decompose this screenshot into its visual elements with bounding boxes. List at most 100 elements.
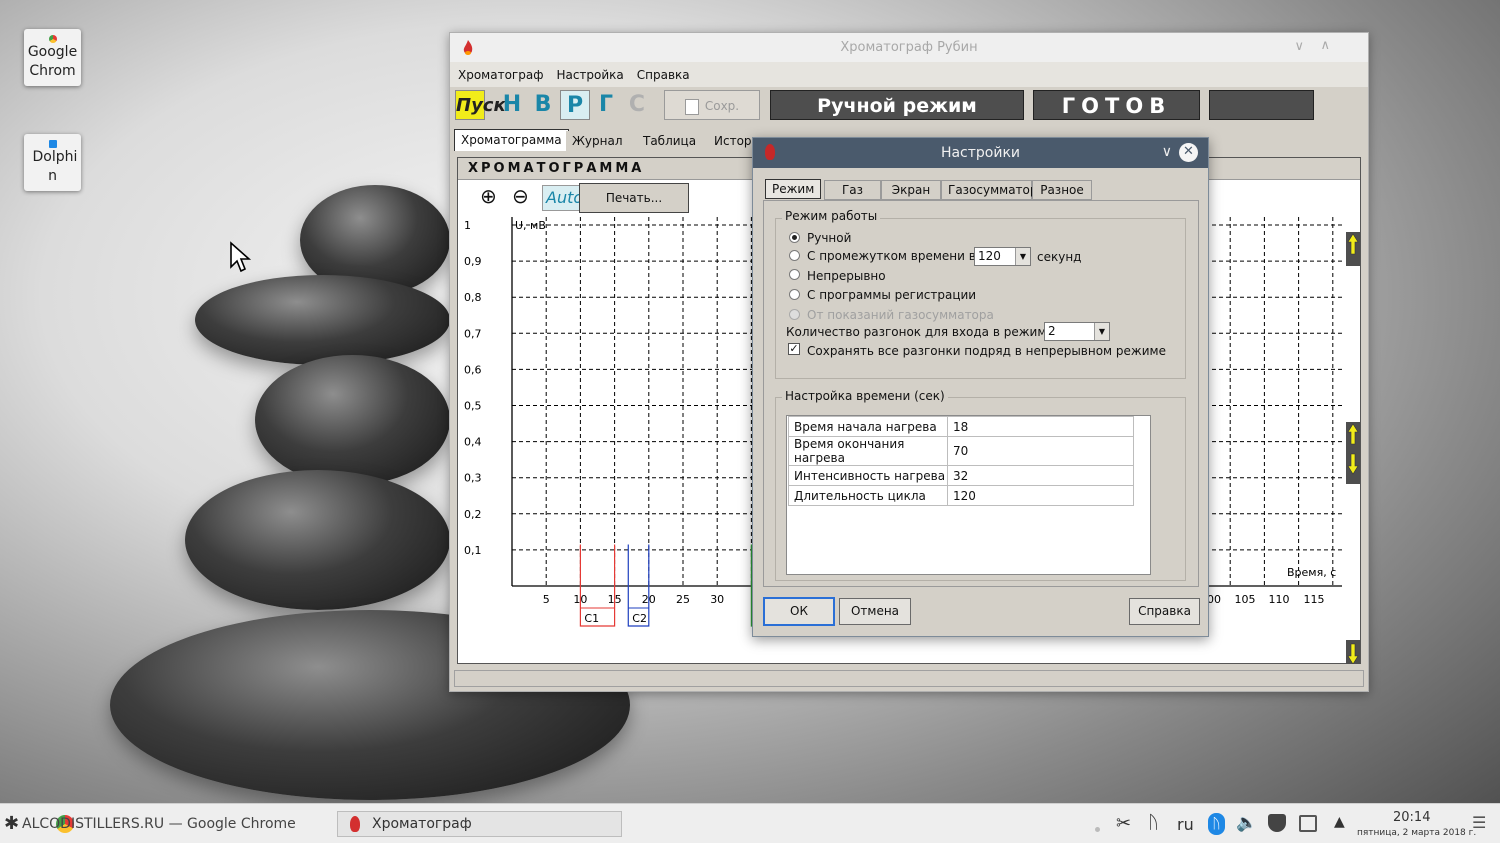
close-icon[interactable]: ✕ (1179, 143, 1198, 162)
scissors-icon[interactable]: ✂ (1116, 813, 1131, 834)
bluetooth-icon[interactable]: ᚢ (1148, 812, 1159, 833)
desktop-icon-chrome[interactable]: Google Chrom (24, 29, 81, 86)
desktop-icon-dolphin[interactable]: Dolphi n (24, 134, 81, 191)
menu-item-help[interactable]: Справка (637, 68, 690, 82)
interval-select[interactable]: 120 ▼ (974, 247, 1031, 266)
radio-continuous-label: Непрерывно (807, 269, 886, 283)
x-tick-label: 00 (1207, 593, 1221, 606)
time-name-cell: Время начала нагрева (788, 416, 948, 437)
clock-time[interactable]: 20:14 (1393, 810, 1430, 825)
minimize-icon[interactable]: ∨ (1294, 39, 1304, 54)
radio-gas-summator (789, 309, 800, 320)
tab-gas-summator[interactable]: Газосумматор (941, 180, 1038, 200)
x-tick-label: 30 (710, 593, 724, 606)
mode-s-button[interactable]: С (623, 90, 651, 120)
mode-r-button[interactable]: Р (560, 90, 590, 120)
volume-icon[interactable]: 🔈 (1236, 813, 1257, 833)
radio-manual-label: Ручной (807, 231, 852, 245)
y-tick-label: 0,5 (464, 400, 482, 413)
menu-item-settings[interactable]: Настройка (556, 68, 623, 82)
menu-bar: Хроматограф Настройка Справка (450, 62, 1368, 87)
tab-mode[interactable]: Режим (765, 179, 822, 199)
desktop-icon-label: Google Chrom (27, 44, 78, 79)
interval-select-value: 120 (978, 249, 1001, 263)
y-tick-label: 0,1 (464, 544, 482, 557)
interval-unit-label: секунд (1037, 250, 1082, 264)
time-group-label: Настройка времени (сек) (782, 389, 948, 403)
time-name-cell: Время окончания нагрева (788, 436, 948, 466)
status-display: ГОТОВ (1033, 90, 1200, 120)
tab-screen[interactable]: Экран (881, 180, 941, 200)
chevron-down-icon: ▼ (1094, 323, 1109, 340)
mouse-cursor-icon (230, 241, 252, 273)
printer-icon[interactable] (1299, 815, 1317, 832)
save-all-checkbox[interactable]: ✓ (788, 343, 800, 355)
mode-n-button[interactable]: Н (498, 90, 526, 120)
runs-label: Количество разгонок для входа в режим (786, 325, 1047, 339)
zoom-out-icon[interactable]: ⊖ (512, 184, 529, 208)
table-row: Интенсивность нагрева 32 (788, 465, 1134, 486)
time-table: Время начала нагрева 18 Время окончания н… (788, 416, 1134, 506)
tab-table[interactable]: Таблица (637, 131, 703, 153)
taskbar-chrome-label: ALCODISTILLERS.RU — Google Chrome (22, 816, 296, 832)
start-button[interactable]: Пуск (455, 90, 506, 120)
x-tick-label: 5 (543, 593, 550, 606)
save-button-label: Сохр. (704, 99, 740, 113)
time-name-cell: Длительность цикла (788, 485, 948, 506)
maximize-icon[interactable]: ∧ (1320, 38, 1330, 53)
bluetooth-status-icon[interactable]: ᚢ (1208, 813, 1225, 835)
tab-journal[interactable]: Журнал (566, 131, 629, 153)
time-name-cell: Интенсивность нагрева (788, 465, 948, 486)
y-tick-label: 0,2 (464, 508, 482, 521)
chevron-down-icon: ▼ (1015, 248, 1030, 265)
ok-button[interactable]: ОК (763, 597, 835, 626)
taskbar-app-task[interactable]: Хроматограф (337, 811, 622, 837)
settings-dialog: Настройки ∨ ✕ Режим Газ Экран Газосуммат… (752, 137, 1209, 637)
time-value-cell[interactable]: 70 (947, 436, 1134, 466)
peak-label: C2 (632, 612, 647, 625)
radio-program[interactable] (789, 289, 800, 300)
time-value-cell[interactable]: 32 (947, 465, 1134, 486)
cancel-button[interactable]: Отмена (839, 598, 911, 625)
y-tick-label: 0,3 (464, 472, 482, 485)
chevron-down-icon[interactable]: ∨ (1162, 144, 1172, 160)
zoom-in-icon[interactable]: ⊕ (480, 184, 497, 208)
time-value-cell[interactable]: 120 (947, 485, 1134, 506)
tab-gas[interactable]: Газ (824, 180, 881, 200)
runs-select-value: 2 (1048, 324, 1056, 338)
mode-g-button[interactable]: Г (592, 90, 620, 120)
dolphin-icon (48, 140, 57, 148)
save-all-label: Сохранять все разгонки подряд в непрерыв… (807, 344, 1166, 358)
radio-gas-summator-label: От показаний газосумматора (807, 308, 994, 322)
help-button[interactable]: Справка (1129, 598, 1200, 625)
print-button[interactable]: Печать... (579, 183, 689, 213)
keyboard-layout[interactable]: ru (1177, 815, 1194, 834)
x-tick-label: 115 (1304, 593, 1325, 606)
tray-expand-icon[interactable]: ▲ (1334, 814, 1345, 830)
radio-program-label: С программы регистрации (807, 288, 977, 302)
taskbar-chrome-task[interactable]: ALCODISTILLERS.RU — Google Chrome (22, 816, 296, 832)
radio-continuous[interactable] (789, 269, 800, 280)
y-axis-label: U, мВ (515, 219, 546, 232)
time-value-cell[interactable]: 18 (947, 416, 1134, 437)
y-tick-label: 1 (464, 219, 471, 232)
toolbar: Пуск Н В Р Г С Сохр. Ручной режим ГОТОВ (450, 87, 1368, 123)
app-flame-icon (350, 816, 360, 832)
y-tick-label: 0,4 (464, 436, 482, 449)
desktop-icon-label: Dolphi n (32, 149, 78, 184)
mode-v-button[interactable]: В (529, 90, 557, 120)
radio-interval[interactable] (789, 250, 800, 261)
radio-manual[interactable] (789, 232, 800, 243)
tab-chromatogram[interactable]: Хроматограмма (454, 129, 569, 151)
save-button[interactable]: Сохр. (664, 90, 760, 120)
security-icon[interactable] (1268, 814, 1286, 832)
table-row: Длительность цикла 120 (788, 485, 1134, 506)
menu-item-chromatograph[interactable]: Хроматограф (458, 68, 543, 82)
runs-select[interactable]: 2 ▼ (1044, 322, 1110, 341)
window-title: Хроматограф Рубин (840, 40, 978, 55)
menu-icon[interactable]: ☰ (1472, 813, 1486, 832)
tab-misc[interactable]: Разное (1032, 180, 1092, 200)
x-axis-label: Время, с (1287, 566, 1336, 579)
mode-display: Ручной режим (770, 90, 1024, 120)
app-launcher-icon[interactable]: ✱ (4, 813, 19, 834)
